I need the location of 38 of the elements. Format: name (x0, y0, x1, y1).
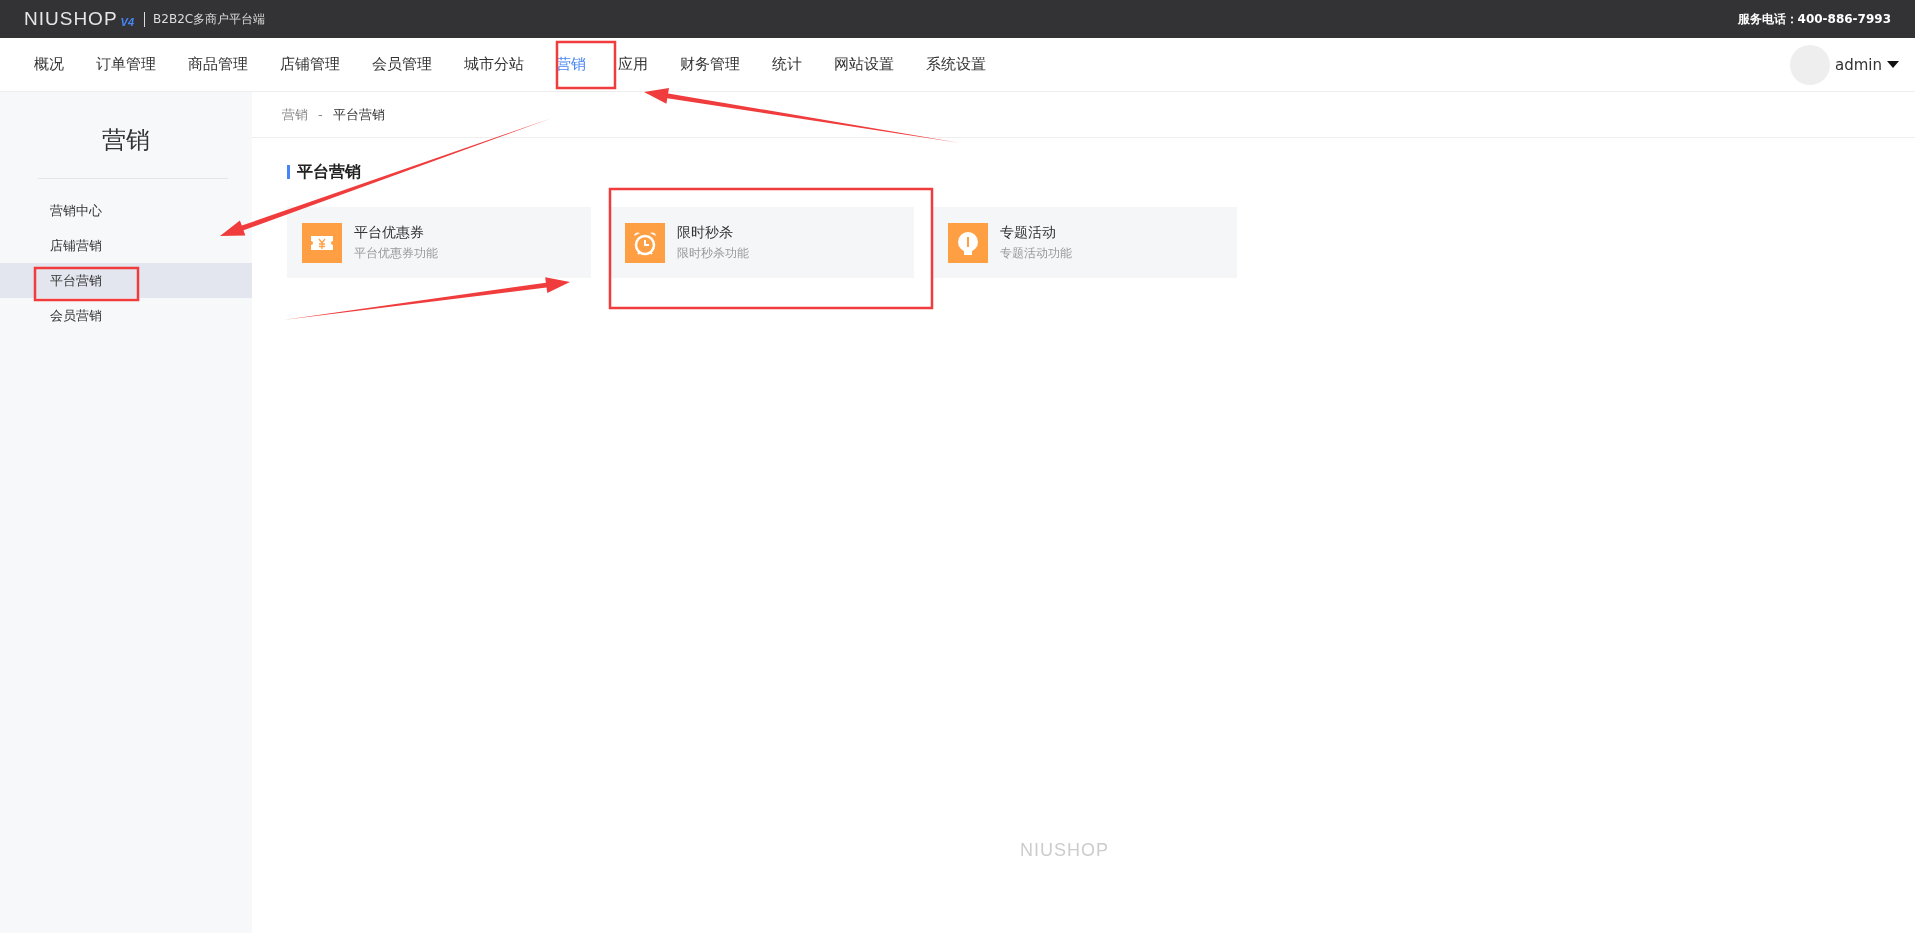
nav-tab[interactable]: 城市分站 (448, 55, 540, 74)
card-title: 平台优惠券 (354, 223, 425, 242)
alarm-clock-icon (625, 222, 665, 263)
nav-tab[interactable]: 店铺管理 (264, 55, 356, 74)
sidebar-item[interactable]: 平台营销 (0, 263, 252, 298)
sidebar-title: 营销 (101, 125, 151, 156)
nav-tab[interactable]: 会员管理 (356, 55, 448, 74)
sidebar-item[interactable]: 营销中心 (0, 193, 252, 228)
nav-tab[interactable]: 应用 (602, 55, 664, 74)
card-description: 专题活动功能 (1000, 244, 1072, 262)
brand-logo: NIUSHOP (24, 8, 118, 30)
breadcrumb-item[interactable]: 营销 (282, 105, 308, 124)
nav-tab[interactable]: 商品管理 (172, 55, 264, 74)
breadcrumb-item: 平台营销 (332, 105, 385, 124)
card-description: 限时秒杀功能 (677, 244, 749, 262)
sidebar-item[interactable]: 会员营销 (0, 298, 252, 333)
sidebar-item[interactable]: 店铺营销 (0, 228, 252, 263)
platform-subtitle: B2B2C多商户平台端 (153, 10, 266, 28)
user-name[interactable]: admin (1835, 55, 1882, 74)
caret-icon[interactable] (1887, 60, 1899, 69)
nav-tab[interactable]: 订单管理 (80, 55, 172, 74)
nav-tab[interactable]: 网站设置 (818, 55, 910, 74)
nav-tab[interactable]: 财务管理 (664, 55, 756, 74)
feature-card[interactable]: 平台优惠券 平台优惠券功能 (287, 207, 591, 278)
service-hotline: 服务电话：400-886-7993 (1737, 10, 1891, 28)
nav-tab[interactable]: 概况 (18, 55, 80, 74)
highlight-frame (555, 40, 617, 90)
coupon-icon (302, 222, 342, 263)
breadcrumb-item: - (318, 107, 323, 122)
lightbulb-icon (948, 222, 988, 263)
nav-tab[interactable]: 统计 (756, 55, 818, 74)
version-label: V4 (120, 15, 135, 28)
card-title: 专题活动 (1000, 223, 1057, 242)
card-title: 限时秒杀 (677, 223, 734, 242)
feature-card[interactable]: 限时秒杀 限时秒杀功能 (610, 207, 914, 278)
nav-tab[interactable]: 系统设置 (910, 55, 1002, 74)
feature-card[interactable]: 专题活动 专题活动功能 (933, 207, 1237, 278)
card-description: 平台优惠券功能 (354, 244, 438, 262)
